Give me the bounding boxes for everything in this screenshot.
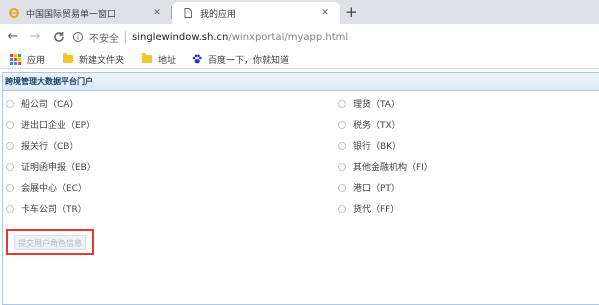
bookmark-address[interactable]: 地址 xyxy=(142,53,176,66)
role-label: 证明函申报（EB） xyxy=(21,163,96,173)
bookmark-new-folder[interactable]: 新建文件夹 xyxy=(63,53,124,66)
url-path: /winxportal/myapp.html xyxy=(228,31,349,43)
role-option-fi[interactable]: 其他金融机构（FI） xyxy=(338,160,433,173)
bookmark-label: 新建文件夹 xyxy=(79,55,125,66)
role-option-ff[interactable]: 货代（FF） xyxy=(338,202,399,215)
new-tab-button[interactable]: + xyxy=(345,3,358,21)
highlight-box: 提交用户角色信息 xyxy=(6,229,94,255)
radio-button[interactable] xyxy=(6,183,14,192)
radio-button[interactable] xyxy=(6,99,14,108)
address-divider xyxy=(125,31,126,43)
apps-grid-icon xyxy=(10,53,21,65)
role-option-ca[interactable]: 船公司（CA） xyxy=(6,97,78,110)
radio-button[interactable] xyxy=(338,162,346,171)
radio-button[interactable] xyxy=(338,141,346,150)
role-label: 船公司（CA） xyxy=(21,100,79,110)
radio-button[interactable] xyxy=(338,99,346,108)
radio-button[interactable] xyxy=(6,162,14,171)
reload-button[interactable] xyxy=(51,28,67,46)
folder-icon xyxy=(142,53,153,63)
role-label: 会展中心（EC） xyxy=(21,184,87,194)
page-content: 跨境管理大数据平台门户 船公司（CA） 进出口企业（EP） 报关行（CB） 证明… xyxy=(0,69,599,305)
role-option-ec[interactable]: 会展中心（EC） xyxy=(6,181,87,194)
role-label: 理货（TA） xyxy=(353,100,400,110)
close-icon[interactable]: ✕ xyxy=(318,8,332,18)
submit-role-button[interactable]: 提交用户角色信息 xyxy=(14,235,86,250)
bookmark-baidu[interactable]: 百度一下，你就知道 xyxy=(192,53,289,66)
browser-toolbar: ← → i 不安全 singlewindow.sh.cn /winxportal… xyxy=(0,24,599,50)
role-option-tx[interactable]: 税务（TX） xyxy=(338,118,401,131)
role-option-tr[interactable]: 卡车公司（TR） xyxy=(6,202,87,215)
role-label: 港口（PT） xyxy=(353,184,400,194)
tab-single-window[interactable]: 中国国际贸易单一窗口 ✕ xyxy=(0,2,172,24)
tab-title: 中国国际贸易单一窗口 xyxy=(26,9,117,20)
role-panel: 跨境管理大数据平台门户 xyxy=(2,72,599,305)
role-label: 报关行（CB） xyxy=(21,142,79,152)
role-option-ep[interactable]: 进出口企业（EP） xyxy=(6,118,95,131)
radio-button[interactable] xyxy=(338,120,346,129)
bookmark-label: 应用 xyxy=(27,55,46,66)
baidu-paw-icon xyxy=(192,54,202,64)
role-option-eb[interactable]: 证明函申报（EB） xyxy=(6,160,96,173)
tab-title: 我的应用 xyxy=(200,9,237,20)
tab-strip: 中国国际贸易单一窗口 ✕ 我的应用 ✕ + xyxy=(0,0,599,24)
role-label: 卡车公司（TR） xyxy=(21,205,87,215)
forward-button[interactable]: → xyxy=(27,28,43,46)
bookmark-label: 百度一下，你就知道 xyxy=(208,55,290,66)
role-option-cb[interactable]: 报关行（CB） xyxy=(6,139,78,152)
role-option-bk[interactable]: 银行（BK） xyxy=(338,139,401,152)
document-icon xyxy=(184,8,192,18)
bookmarks-bar: 应用 新建文件夹 地址 百度一下，你就知道 xyxy=(0,50,599,69)
bookmark-apps[interactable]: 应用 xyxy=(10,53,45,66)
tab-my-apps[interactable]: 我的应用 ✕ xyxy=(172,2,340,24)
role-label: 进出口企业（EP） xyxy=(21,121,96,131)
radio-button[interactable] xyxy=(6,204,14,213)
radio-button[interactable] xyxy=(6,141,14,150)
info-icon[interactable]: i xyxy=(73,32,83,42)
address-bar[interactable]: i 不安全 singlewindow.sh.cn /winxportal/mya… xyxy=(73,27,599,47)
security-label: 不安全 xyxy=(89,33,119,45)
radio-button[interactable] xyxy=(338,204,346,213)
bookmark-label: 地址 xyxy=(158,55,177,66)
role-label: 其他金融机构（FI） xyxy=(353,163,433,173)
radio-button[interactable] xyxy=(338,183,346,192)
role-label: 货代（FF） xyxy=(353,205,400,215)
close-icon[interactable]: ✕ xyxy=(150,8,164,18)
ie-logo-icon xyxy=(9,8,19,18)
role-label: 银行（BK） xyxy=(353,142,402,152)
role-option-pt[interactable]: 港口（PT） xyxy=(338,181,400,194)
role-option-ta[interactable]: 理货（TA） xyxy=(338,97,400,110)
back-button[interactable]: ← xyxy=(5,28,21,46)
reload-icon xyxy=(54,32,64,42)
role-label: 税务（TX） xyxy=(353,121,401,131)
url-host: singlewindow.sh.cn xyxy=(132,31,229,43)
panel-title: 跨境管理大数据平台门户 xyxy=(3,73,599,91)
folder-icon xyxy=(63,53,74,63)
radio-button[interactable] xyxy=(6,120,14,129)
